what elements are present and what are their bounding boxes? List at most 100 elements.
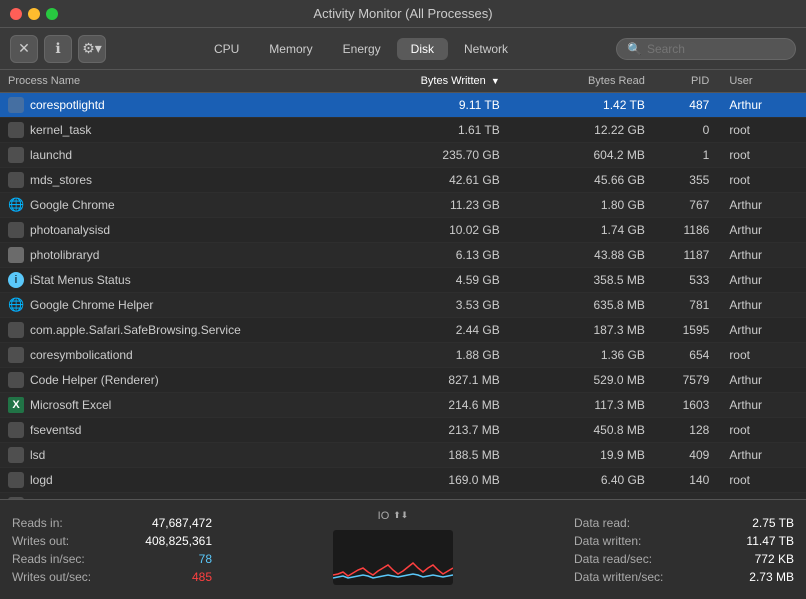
data-written-per-sec-value: 2.73 MB xyxy=(749,570,794,584)
process-cell: kernel_task xyxy=(8,122,355,138)
bytes-written-cell: 213.7 MB xyxy=(363,418,508,443)
close-button[interactable] xyxy=(10,8,22,20)
table-row[interactable]: fseventsd 213.7 MB 450.8 MB 128 root xyxy=(0,418,806,443)
process-table-container[interactable]: Process Name Bytes Written ▼ Bytes Read … xyxy=(0,70,806,499)
tab-memory[interactable]: Memory xyxy=(255,38,326,60)
pid-cell: 1 xyxy=(653,143,717,168)
search-box[interactable]: 🔍 xyxy=(616,38,796,60)
sparkline-chart xyxy=(333,530,453,585)
title-bar: Activity Monitor (All Processes) xyxy=(0,0,806,28)
gear-button[interactable]: ⚙▾ xyxy=(78,35,106,63)
reads-in-value: 47,687,472 xyxy=(152,516,212,530)
table-row[interactable]: logd 169.0 MB 6.40 GB 140 root xyxy=(0,468,806,493)
bytes-written-cell: 10.02 GB xyxy=(363,218,508,243)
user-cell: root xyxy=(717,118,806,143)
bytes-read-cell: 529.0 MB xyxy=(508,368,653,393)
reads-in-row: Reads in: 47,687,472 xyxy=(12,516,212,530)
bytes-written-cell: 42.61 GB xyxy=(363,168,508,193)
table-row[interactable]: corespotlightd 9.11 TB 1.42 TB 487 Arthu… xyxy=(0,93,806,118)
process-name: lsd xyxy=(30,448,45,462)
col-header-pid[interactable]: PID xyxy=(653,70,717,93)
toolbar: ✕ ℹ ⚙▾ CPU Memory Energy Disk Network 🔍 xyxy=(0,28,806,70)
bytes-written-cell: 6.13 GB xyxy=(363,243,508,268)
process-name: coresymbolicationd xyxy=(30,348,133,362)
process-cell: photoanalysisd xyxy=(8,222,355,238)
table-row[interactable]: lsd 188.5 MB 19.9 MB 409 Arthur xyxy=(0,443,806,468)
pid-cell: 654 xyxy=(653,343,717,368)
bytes-read-cell: 117.3 MB xyxy=(508,393,653,418)
process-cell: fseventsd xyxy=(8,422,355,438)
bytes-written-cell: 827.1 MB xyxy=(363,368,508,393)
maximize-button[interactable] xyxy=(46,8,58,20)
process-cell: launchd xyxy=(8,147,355,163)
process-name-cell: kernel_task xyxy=(0,118,363,143)
writes-per-sec-row: Writes out/sec: 485 xyxy=(12,570,212,584)
user-cell: root xyxy=(717,418,806,443)
minimize-button[interactable] xyxy=(28,8,40,20)
search-input[interactable] xyxy=(647,42,777,56)
process-icon xyxy=(8,97,24,113)
bytes-read-cell: 1.42 TB xyxy=(508,93,653,118)
table-row[interactable]: 🌐 Google Chrome Helper 3.53 GB 635.8 MB … xyxy=(0,293,806,318)
writes-out-label: Writes out: xyxy=(12,534,69,548)
info-button[interactable]: ℹ xyxy=(44,35,72,63)
gear-icon: ⚙▾ xyxy=(82,40,102,57)
process-name: mds_stores xyxy=(30,173,92,187)
table-row[interactable]: launchd 235.70 GB 604.2 MB 1 root xyxy=(0,143,806,168)
tab-cpu[interactable]: CPU xyxy=(200,38,253,60)
user-cell: Arthur xyxy=(717,218,806,243)
process-name-cell: coresymbolicationd xyxy=(0,343,363,368)
table-row[interactable]: kernel_task 1.61 TB 12.22 GB 0 root xyxy=(0,118,806,143)
data-written-value: 11.47 TB xyxy=(746,534,794,548)
process-name: fseventsd xyxy=(30,423,81,437)
pid-cell: 0 xyxy=(653,118,717,143)
bytes-written-cell: 1.88 GB xyxy=(363,343,508,368)
tabs-container: CPU Memory Energy Disk Network xyxy=(200,38,522,60)
data-written-row: Data written: 11.47 TB xyxy=(574,534,794,548)
table-row[interactable]: photoanalysisd 10.02 GB 1.74 GB 1186 Art… xyxy=(0,218,806,243)
table-row[interactable]: X Microsoft Excel 214.6 MB 117.3 MB 1603… xyxy=(0,393,806,418)
bytes-read-cell: 1.74 GB xyxy=(508,218,653,243)
process-icon xyxy=(8,122,24,138)
io-chevron-icon: ⬆⬇ xyxy=(393,510,408,521)
table-row[interactable]: coresymbolicationd 1.88 GB 1.36 GB 654 r… xyxy=(0,343,806,368)
process-name-cell: 🌐 Google Chrome Helper xyxy=(0,293,363,318)
writes-per-sec-value: 485 xyxy=(192,570,212,584)
bytes-read-cell: 187.3 MB xyxy=(508,318,653,343)
table-row[interactable]: photolibraryd 6.13 GB 43.88 GB 1187 Arth… xyxy=(0,243,806,268)
col-header-user[interactable]: User xyxy=(717,70,806,93)
table-row[interactable]: com.apple.Safari.SafeBrowsing.Service 2.… xyxy=(0,318,806,343)
process-name-cell: fseventsd xyxy=(0,418,363,443)
data-read-per-sec-label: Data read/sec: xyxy=(574,552,652,566)
table-row[interactable]: mds_stores 42.61 GB 45.66 GB 355 root xyxy=(0,168,806,193)
col-header-process[interactable]: Process Name xyxy=(0,70,363,93)
table-row[interactable]: Code Helper (Renderer) 827.1 MB 529.0 MB… xyxy=(0,368,806,393)
process-name: com.apple.Safari.SafeBrowsing.Service xyxy=(30,323,241,337)
user-cell: Arthur xyxy=(717,393,806,418)
table-row[interactable]: 🌐 Google Chrome 11.23 GB 1.80 GB 767 Art… xyxy=(0,193,806,218)
tab-network[interactable]: Network xyxy=(450,38,522,60)
bytes-read-cell: 1.80 GB xyxy=(508,193,653,218)
user-cell: root xyxy=(717,168,806,193)
process-name: Google Chrome xyxy=(30,198,115,212)
process-icon xyxy=(8,372,24,388)
tab-energy[interactable]: Energy xyxy=(329,38,395,60)
bytes-written-cell: 235.70 GB xyxy=(363,143,508,168)
process-icon xyxy=(8,472,24,488)
data-written-per-sec-row: Data written/sec: 2.73 MB xyxy=(574,570,794,584)
user-cell: Arthur xyxy=(717,443,806,468)
pid-cell: 140 xyxy=(653,468,717,493)
table-row[interactable]: i iStat Menus Status 4.59 GB 358.5 MB 53… xyxy=(0,268,806,293)
process-icon xyxy=(8,322,24,338)
user-cell: Arthur xyxy=(717,193,806,218)
process-name: kernel_task xyxy=(30,123,91,137)
col-header-bytes-read[interactable]: Bytes Read xyxy=(508,70,653,93)
close-icon-btn[interactable]: ✕ xyxy=(10,35,38,63)
bytes-written-cell: 188.5 MB xyxy=(363,443,508,468)
col-header-bytes-written[interactable]: Bytes Written ▼ xyxy=(363,70,508,93)
process-name-cell: 🌐 Google Chrome xyxy=(0,193,363,218)
tab-disk[interactable]: Disk xyxy=(397,38,448,60)
user-cell: Arthur xyxy=(717,243,806,268)
process-cell: mds_stores xyxy=(8,172,355,188)
bytes-written-cell: 3.53 GB xyxy=(363,293,508,318)
